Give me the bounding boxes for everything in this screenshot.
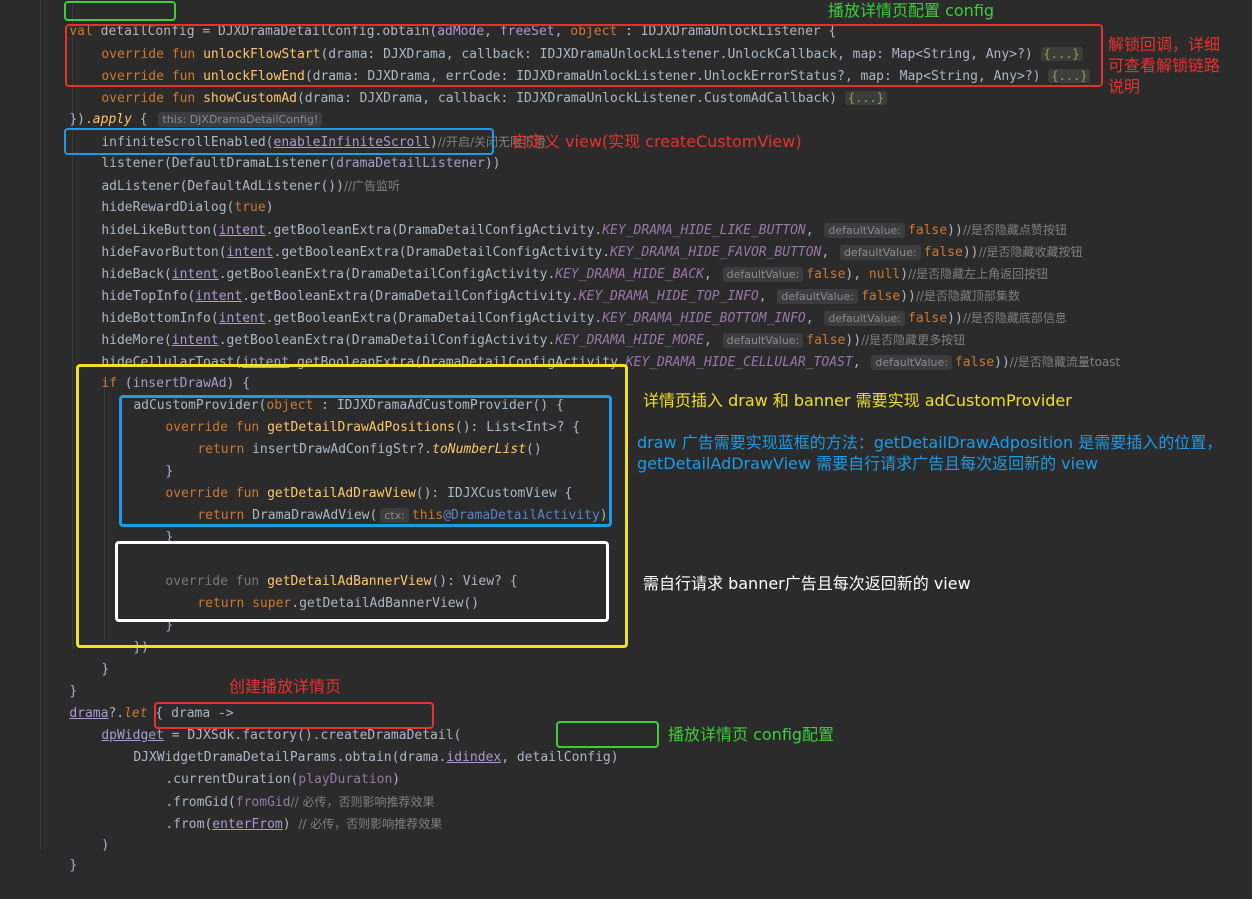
code-line[interactable]: }	[134, 505, 173, 545]
code-line[interactable]: listener(DefaultDramaListener(dramaDetai…	[70, 131, 500, 171]
inlay-hint: ctx:	[380, 508, 409, 523]
code-line[interactable]: .fromGid(fromGid// 必传，否则影响推荐效果	[134, 769, 434, 810]
code-line[interactable]: adCustomProvider(object : IDJXDramaAdCus…	[102, 373, 563, 413]
code-line[interactable]: override fun getDetailAdDrawView(): IDJX…	[134, 461, 572, 501]
code-line[interactable]: hideMore(intent.getBooleanExtra(DramaDet…	[70, 307, 965, 348]
code-line[interactable]: }	[134, 439, 173, 479]
code-line[interactable]: if (insertDrawAd) {	[70, 351, 250, 391]
code-line[interactable]: override fun getDetailDrawAdPositions():…	[134, 395, 580, 435]
code-line[interactable]: }).apply { this: DJXDramaDetailConfig!	[38, 87, 325, 127]
code-line[interactable]: hideBack(intent.getBooleanExtra(DramaDet…	[70, 241, 1048, 282]
code-line[interactable]: drama?.let { drama ->	[38, 681, 233, 721]
note-unlock-1: 解锁回调，详细	[1108, 35, 1221, 54]
code-line[interactable]: hideBottomInfo(intent.getBooleanExtra(Dr…	[70, 285, 1067, 326]
comment: // 必传，否则影响推荐效果	[298, 817, 443, 831]
code-line[interactable]: }	[38, 833, 77, 873]
note-draw-2: getDetailAdDrawView 需要自行请求广告且每次返回新的 view	[637, 454, 1099, 473]
code-line[interactable]: return DramaDrawAdView(ctx: this@DramaDet…	[166, 483, 608, 523]
code-line[interactable]: hideFavorButton(intent.getBooleanExtra(D…	[70, 219, 1083, 260]
code-line[interactable]: hideRewardDialog(true)	[70, 175, 273, 215]
comment: //是否隐藏底部信息	[962, 311, 1067, 325]
code-line[interactable]: dpWidget = DJXSdk.factory().createDramaD…	[70, 703, 461, 743]
note-unlock-3: 说明	[1108, 77, 1141, 96]
code-line[interactable]: .from(enterFrom) // 必传，否则影响推荐效果	[134, 791, 442, 832]
code-line[interactable]: .currentDuration(playDuration)	[134, 747, 400, 787]
comment: //广告监听	[343, 179, 401, 193]
code-line[interactable]: return insertDrawAdConfigStr?.toNumberLi…	[166, 417, 541, 457]
note-config2: 播放详情页 config配置	[668, 725, 835, 744]
code-line[interactable]: override fun unlockFlowEnd(drama: DJXDra…	[70, 43, 1091, 84]
code-line[interactable]: )	[70, 813, 109, 853]
code-line[interactable]: hideLikeButton(intent.getBooleanExtra(Dr…	[70, 197, 1067, 238]
note-draw-1: draw 广告需要实现蓝框的方法：getDetailDrawAdposition…	[637, 433, 1223, 452]
folded-code[interactable]: {...}	[1048, 69, 1091, 83]
code-line[interactable]: adListener(DefaultAdListener())//广告监听	[70, 153, 400, 194]
code-line[interactable]: override fun unlockFlowStart(drama: DJXD…	[70, 21, 1083, 62]
note-config: 播放详情页配置 config	[828, 1, 995, 20]
code-line[interactable]: hideCellularToast(intent.getBooleanExtra…	[70, 329, 1120, 370]
note-banner: 需自行请求 banner广告且每次返回新的 view	[643, 574, 971, 593]
code-line[interactable]: override fun showCustomAd(drama: DJXDram…	[70, 65, 887, 106]
code-line[interactable]: }	[70, 637, 109, 677]
code-line[interactable]: infiniteScrollEnabled(enableInfiniteScro…	[70, 109, 546, 150]
code-line[interactable]: }	[38, 659, 77, 699]
comment: //是否隐藏流量toast	[1009, 355, 1121, 369]
note-unlock-2: 可查看解锁链路	[1108, 56, 1221, 75]
folded-code[interactable]: {...}	[844, 91, 887, 105]
code-line[interactable]: val detailConfig = DJXDramaDetailConfig.…	[38, 0, 836, 39]
note-create: 创建播放详情页	[229, 677, 342, 696]
code-line[interactable]: hideTopInfo(intent.getBooleanExtra(Drama…	[70, 263, 1020, 304]
code-line[interactable]: return super.getDetailAdBannerView()	[166, 571, 479, 611]
code-line[interactable]: override fun getDetailAdBannerView(): Vi…	[134, 549, 517, 589]
note-provider: 详情页插入 draw 和 banner 需要实现 adCustomProvide…	[643, 391, 1072, 410]
code-line[interactable]: DJXWidgetDramaDetailParams.obtain(drama.…	[102, 725, 618, 765]
code-line[interactable]: }	[134, 593, 173, 633]
code-line[interactable]: })	[102, 615, 149, 655]
code-editor[interactable]: val detailConfig = DJXDramaDetailConfig.…	[0, 0, 1252, 873]
inlay-hint: defaultValue:	[871, 355, 952, 370]
note-custom-view: 自定义 view(实现 createCustomView)	[512, 132, 802, 151]
